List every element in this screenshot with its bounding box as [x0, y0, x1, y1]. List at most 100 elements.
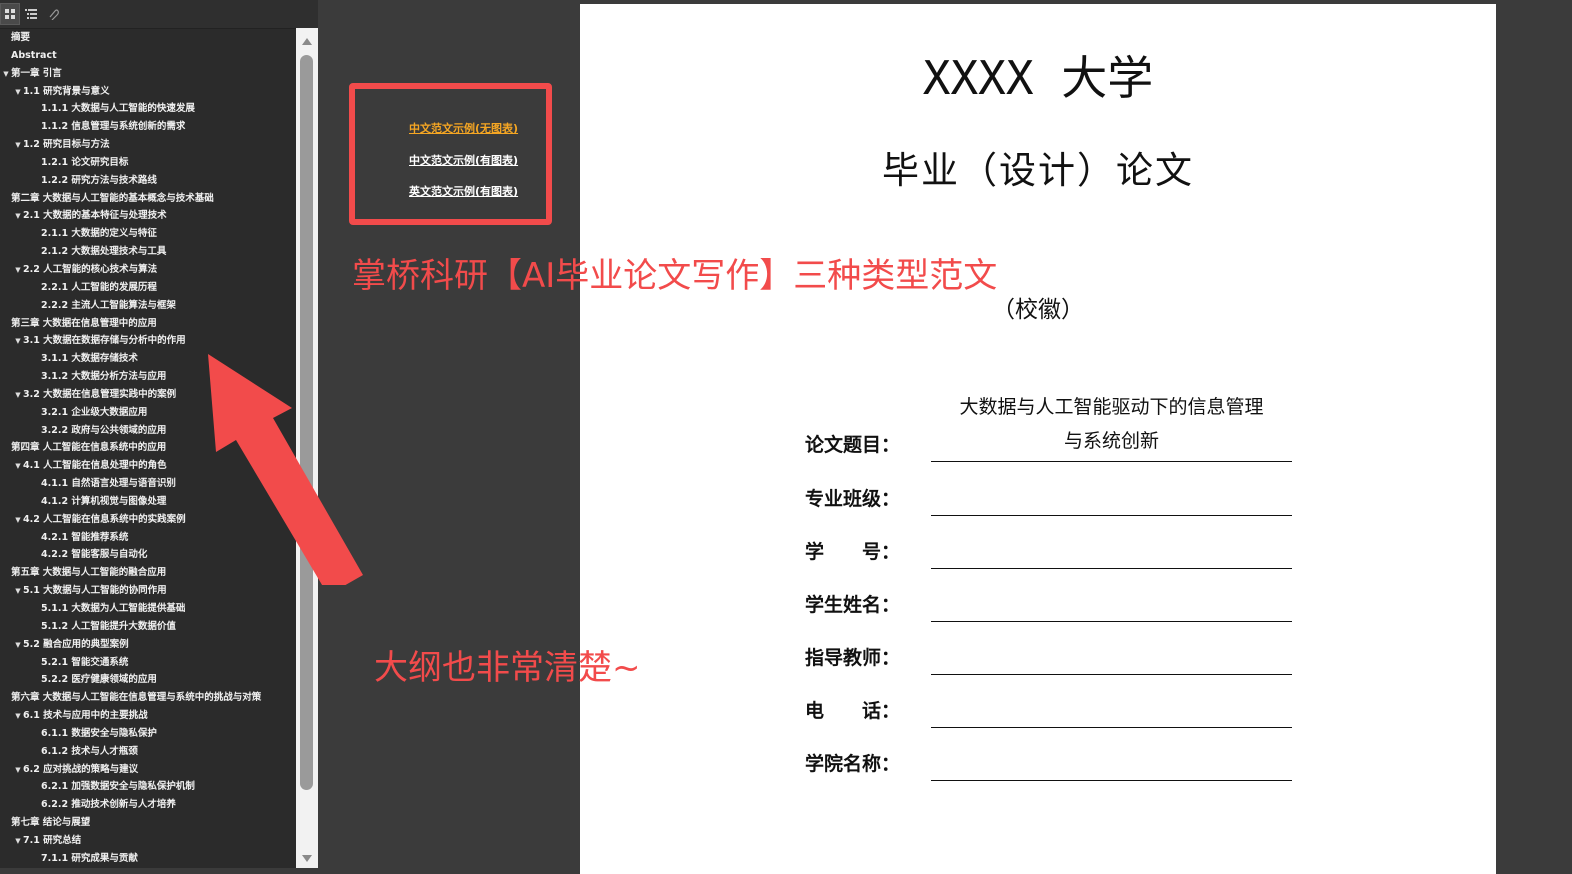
outline-item[interactable]: ▼ 1.2 研究目标与方法: [0, 136, 296, 154]
outline-item-label: 2.1.2 大数据处理技术与工具: [41, 246, 167, 258]
field-label: 指导教师：: [805, 647, 901, 669]
outline-item-label: 6.2.2 推动技术创新与人才培养: [41, 799, 176, 811]
outline-item-label: 1.2.2 研究方法与技术路线: [41, 174, 157, 186]
field-underline[interactable]: [931, 674, 1292, 675]
scroll-up-icon[interactable]: [302, 38, 312, 45]
outline-note-annotation: 大纲也非常清楚~: [374, 648, 641, 688]
outline-item-label: 3.1.2 大数据分析方法与应用: [41, 371, 167, 383]
field-underline[interactable]: [931, 780, 1292, 781]
outline-item[interactable]: 第二章 大数据与人工智能的基本概念与技术基础: [0, 190, 296, 208]
outline-item-label: 5.2.2 医疗健康领域的应用: [41, 674, 157, 686]
outline-item-label: 4.2.2 智能客服与自动化: [41, 549, 148, 561]
outline-item[interactable]: 第六章 大数据与人工智能在信息管理与系统中的挑战与对策: [0, 689, 296, 707]
outline-item-label: 6.1 技术与应用中的主要挑战: [23, 710, 148, 722]
expand-toggle-icon[interactable]: ▼: [1, 66, 11, 84]
outline-item-label: 第三章 大数据在信息管理中的应用: [11, 317, 157, 329]
headline-annotation: 掌桥科研【AI毕业论文写作】三种类型范文: [352, 256, 998, 296]
outline-item[interactable]: ▼ 6.2 应对挑战的策略与建议: [0, 761, 296, 779]
field-underline[interactable]: [931, 461, 1292, 462]
outline-item-label: 3.1 大数据在数据存储与分析中的作用: [23, 335, 186, 347]
expand-toggle-icon[interactable]: ▼: [13, 637, 23, 655]
outline-item[interactable]: ▼ 第一章 引言: [0, 65, 296, 83]
outline-item[interactable]: 6.2.1 加强数据安全与隐私保护机制: [0, 778, 296, 796]
expand-toggle-icon[interactable]: ▼: [13, 262, 23, 280]
outline-icon[interactable]: [21, 3, 41, 25]
outline-item-label: 4.2.1 智能推荐系统: [41, 531, 129, 543]
thesis-title-line2: 与系统创新: [1063, 430, 1159, 452]
expand-toggle-icon[interactable]: ▼: [13, 512, 23, 530]
outline-item[interactable]: 6.1.1 数据安全与隐私保护: [0, 725, 296, 743]
sample-link-cn-with-chart[interactable]: 中文范文示例(有图表): [409, 152, 518, 168]
outline-item[interactable]: 2.2.2 主流人工智能算法与框架: [0, 297, 296, 315]
outline-item-label: 第二章 大数据与人工智能的基本概念与技术基础: [11, 192, 214, 204]
expand-toggle-icon[interactable]: ▼: [13, 583, 23, 601]
outline-item[interactable]: 6.2.2 推动技术创新与人才培养: [0, 796, 296, 814]
outline-item[interactable]: ▼ 2.1 大数据的基本特征与处理技术: [0, 207, 296, 225]
outline-item-label: 1.2.1 论文研究目标: [41, 156, 129, 168]
outline-item-label: 1.1.2 信息管理与系统创新的需求: [41, 121, 186, 133]
outline-item-label: 第一章 引言: [11, 67, 62, 79]
outline-item[interactable]: 1.2.1 论文研究目标: [0, 154, 296, 172]
thesis-title-line1: 大数据与人工智能驱动下的信息管理: [959, 396, 1264, 418]
outline-item[interactable]: 第七章 结论与展望: [0, 814, 296, 832]
outline-item[interactable]: 2.1.1 大数据的定义与特征: [0, 225, 296, 243]
outline-item-label: 第五章 大数据与人工智能的融合应用: [11, 567, 167, 579]
outline-item-label: 5.2 融合应用的典型案例: [23, 638, 129, 650]
expand-toggle-icon[interactable]: ▼: [13, 762, 23, 780]
outline-item-label: 第六章 大数据与人工智能在信息管理与系统中的挑战与对策: [11, 692, 262, 704]
attachment-icon[interactable]: [43, 3, 63, 25]
expand-toggle-icon[interactable]: ▼: [13, 833, 23, 851]
outline-item-label: 5.1.1 大数据为人工智能提供基础: [41, 603, 186, 614]
sample-link-en-with-chart[interactable]: 英文范文示例(有图表): [409, 183, 518, 199]
field-label: 学 号：: [805, 541, 901, 563]
red-arrow-icon: [208, 354, 363, 585]
outline-item[interactable]: ▼ 7.1 研究总结: [0, 832, 296, 850]
outline-item[interactable]: 1.1.1 大数据与人工智能的快速发展: [0, 100, 296, 118]
outline-item[interactable]: 第三章 大数据在信息管理中的应用: [0, 315, 296, 333]
outline-item[interactable]: 5.1.2 人工智能提升大数据价值: [0, 618, 296, 636]
outline-item[interactable]: 5.2.2 医疗健康领域的应用: [0, 671, 296, 689]
outline-item[interactable]: 5.1.1 大数据为人工智能提供基础: [0, 600, 296, 618]
outline-item[interactable]: Abstract: [0, 47, 296, 65]
scroll-down-icon[interactable]: [302, 855, 312, 862]
outline-item[interactable]: ▼ 1.1 研究背景与意义: [0, 83, 296, 101]
outline-item-label: 6.1.2 技术与人才瓶颈: [41, 745, 138, 757]
outline-item[interactable]: 6.1.2 技术与人才瓶颈: [0, 743, 296, 761]
expand-toggle-icon[interactable]: ▼: [13, 458, 23, 476]
outline-item-label: 5.2.1 智能交通系统: [41, 656, 129, 668]
outline-item-label: 2.2.2 主流人工智能算法与框架: [41, 299, 176, 311]
outline-item-label: 4.1 人工智能在信息处理中的角色: [23, 460, 167, 472]
outline-item[interactable]: 2.1.2 大数据处理技术与工具: [0, 243, 296, 261]
expand-toggle-icon[interactable]: ▼: [13, 208, 23, 226]
outline-item[interactable]: ▼ 2.2 人工智能的核心技术与算法: [0, 261, 296, 279]
field-label: 电 话：: [805, 700, 901, 722]
sample-link-cn-no-chart[interactable]: 中文范文示例(无图表): [409, 120, 518, 136]
outline-item-label: 3.1.1 大数据存储技术: [41, 353, 138, 365]
expand-toggle-icon[interactable]: ▼: [13, 333, 23, 351]
outline-item[interactable]: ▼ 6.1 技术与应用中的主要挑战: [0, 707, 296, 725]
sidebar-toolbar: [0, 0, 318, 29]
field-label: 学院名称：: [805, 753, 901, 775]
outline-item[interactable]: 5.2.1 智能交通系统: [0, 654, 296, 672]
outline-item[interactable]: 1.2.2 研究方法与技术路线: [0, 172, 296, 190]
expand-toggle-icon[interactable]: ▼: [13, 137, 23, 155]
field-label: 专业班级：: [805, 488, 901, 510]
field-underline[interactable]: [931, 568, 1292, 569]
expand-toggle-icon[interactable]: ▼: [13, 708, 23, 726]
outline-item[interactable]: 1.1.2 信息管理与系统创新的需求: [0, 118, 296, 136]
outline-item-label: 1.1 研究背景与意义: [23, 85, 110, 97]
sample-links-box: 中文范文示例(无图表) 中文范文示例(有图表) 英文范文示例(有图表): [349, 83, 552, 225]
outline-item[interactable]: 摘要: [0, 29, 296, 47]
outline-item[interactable]: 7.1.1 研究成果与贡献: [0, 850, 296, 868]
field-underline[interactable]: [931, 621, 1292, 622]
expand-toggle-icon[interactable]: ▼: [13, 84, 23, 102]
outline-item[interactable]: 2.2.1 人工智能的发展历程: [0, 279, 296, 297]
document-page: XXXX 大学 毕业（设计）论文 （校徽） 大数据与人工智能驱动下的信息管理 与…: [580, 4, 1496, 874]
field-underline[interactable]: [931, 515, 1292, 516]
expand-toggle-icon[interactable]: ▼: [13, 387, 23, 405]
outline-item-label: 1.1.1 大数据与人工智能的快速发展: [41, 103, 195, 115]
thumbnails-icon[interactable]: [0, 3, 20, 25]
outline-item[interactable]: ▼ 5.2 融合应用的典型案例: [0, 636, 296, 654]
field-underline[interactable]: [931, 727, 1292, 728]
outline-item-label: 5.1.2 人工智能提升大数据价值: [41, 620, 176, 632]
